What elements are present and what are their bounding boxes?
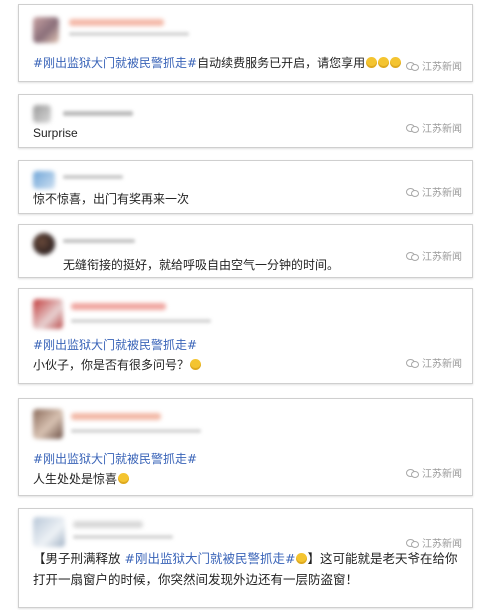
username-blurred[interactable] bbox=[63, 111, 133, 116]
post-hashtag-line: #刚出监狱大门就被民警抓走# bbox=[33, 335, 197, 355]
post-card-2: Surprise 江苏新闻 bbox=[18, 94, 473, 148]
emoji-icon bbox=[390, 57, 402, 68]
avatar[interactable] bbox=[33, 17, 59, 43]
weibo-logo-icon bbox=[406, 61, 419, 71]
weibo-logo-icon bbox=[406, 251, 419, 261]
post-body: 小伙子，你是否有很多问号？ bbox=[33, 358, 190, 372]
weibo-logo-icon bbox=[406, 468, 419, 478]
username-blurred[interactable] bbox=[71, 413, 161, 420]
post-card-5: #刚出监狱大门就被民警抓走# 小伙子，你是否有很多问号？ 江苏新闻 bbox=[18, 288, 473, 384]
watermark-text: 江苏新闻 bbox=[422, 469, 462, 480]
post-body: 自动续费服务已开启，请您享用 bbox=[197, 56, 366, 70]
post-card-3: 惊不惊喜，出门有奖再来一次 江苏新闻 bbox=[18, 160, 473, 214]
post-meta-blurred bbox=[69, 32, 189, 36]
post-card-4: 无缝衔接的挺好，就给呼吸自由空气一分钟的时间。 江苏新闻 bbox=[18, 224, 473, 278]
hashtag-link[interactable]: #刚出监狱大门就被民警抓走# bbox=[124, 551, 295, 566]
post-meta-blurred bbox=[71, 429, 201, 433]
post-meta-blurred bbox=[71, 319, 211, 323]
post-body: 人生处处是惊喜 bbox=[33, 472, 118, 486]
watermark-text: 江苏新闻 bbox=[422, 62, 462, 73]
emoji-icon bbox=[118, 473, 130, 484]
post-body-prefix: 【男子刑满释放 bbox=[33, 551, 125, 566]
watermark: 江苏新闻 bbox=[406, 355, 462, 370]
post-text: 小伙子，你是否有很多问号？ bbox=[33, 355, 202, 375]
post-card-6: #刚出监狱大门就被民警抓走# 人生处处是惊喜 江苏新闻 bbox=[18, 398, 473, 496]
hashtag-link[interactable]: #刚出监狱大门就被民警抓走# bbox=[33, 338, 197, 352]
watermark-text: 江苏新闻 bbox=[422, 252, 462, 263]
username-blurred[interactable] bbox=[73, 521, 143, 528]
post-text-line-1: 【男子刑满释放 #刚出监狱大门就被民警抓走# 】这可能就是老天爷在给你 bbox=[33, 549, 457, 569]
post-text: #刚出监狱大门就被民警抓走#自动续费服务已开启，请您享用 bbox=[33, 53, 402, 73]
avatar[interactable] bbox=[33, 171, 55, 189]
username-blurred[interactable] bbox=[71, 303, 166, 310]
emoji-icon bbox=[366, 57, 378, 68]
avatar[interactable] bbox=[33, 299, 63, 329]
weibo-logo-icon bbox=[406, 187, 419, 197]
weibo-logo-icon bbox=[406, 358, 419, 368]
watermark: 江苏新闻 bbox=[406, 535, 462, 550]
watermark-text: 江苏新闻 bbox=[422, 188, 462, 199]
post-text: 人生处处是惊喜 bbox=[33, 469, 130, 489]
weibo-logo-icon bbox=[406, 538, 419, 548]
post-text: 惊不惊喜，出门有奖再来一次 bbox=[33, 192, 190, 206]
watermark: 江苏新闻 bbox=[406, 58, 462, 73]
username-blurred[interactable] bbox=[63, 239, 135, 243]
avatar[interactable] bbox=[33, 233, 55, 255]
watermark-text: 江苏新闻 bbox=[422, 539, 462, 550]
watermark: 江苏新闻 bbox=[406, 465, 462, 480]
watermark-text: 江苏新闻 bbox=[422, 359, 462, 370]
post-meta-blurred bbox=[73, 535, 173, 539]
post-hashtag-line: #刚出监狱大门就被民警抓走# bbox=[33, 449, 197, 469]
watermark-text: 江苏新闻 bbox=[422, 124, 462, 135]
post-card-7: 【男子刑满释放 #刚出监狱大门就被民警抓走# 】这可能就是老天爷在给你 打开一扇窗… bbox=[18, 508, 473, 608]
emoji-icon bbox=[296, 553, 308, 564]
post-text-line-2: 打开一扇窗户的时候，你突然间发现外边还有一层防盗窗！ bbox=[33, 572, 359, 587]
hashtag-link[interactable]: #刚出监狱大门就被民警抓走# bbox=[33, 452, 197, 466]
username-blurred[interactable] bbox=[63, 175, 123, 179]
weibo-logo-icon bbox=[406, 123, 419, 133]
emoji-icon bbox=[190, 359, 202, 370]
watermark: 江苏新闻 bbox=[406, 248, 462, 263]
post-text: 无缝衔接的挺好，就给呼吸自由空气一分钟的时间。 bbox=[63, 258, 340, 272]
username-blurred[interactable] bbox=[69, 19, 164, 26]
hashtag-link[interactable]: #刚出监狱大门就被民警抓走# bbox=[33, 56, 197, 70]
avatar[interactable] bbox=[33, 517, 65, 547]
post-body-suffix: 】这可能就是老天爷在给你 bbox=[307, 551, 458, 566]
watermark: 江苏新闻 bbox=[406, 184, 462, 199]
emoji-icon bbox=[378, 57, 390, 68]
avatar[interactable] bbox=[33, 409, 63, 439]
avatar[interactable] bbox=[33, 105, 51, 123]
post-text: Surprise bbox=[33, 126, 78, 140]
post-card-1: #刚出监狱大门就被民警抓走#自动续费服务已开启，请您享用 江苏新闻 bbox=[18, 4, 473, 82]
watermark: 江苏新闻 bbox=[406, 120, 462, 135]
